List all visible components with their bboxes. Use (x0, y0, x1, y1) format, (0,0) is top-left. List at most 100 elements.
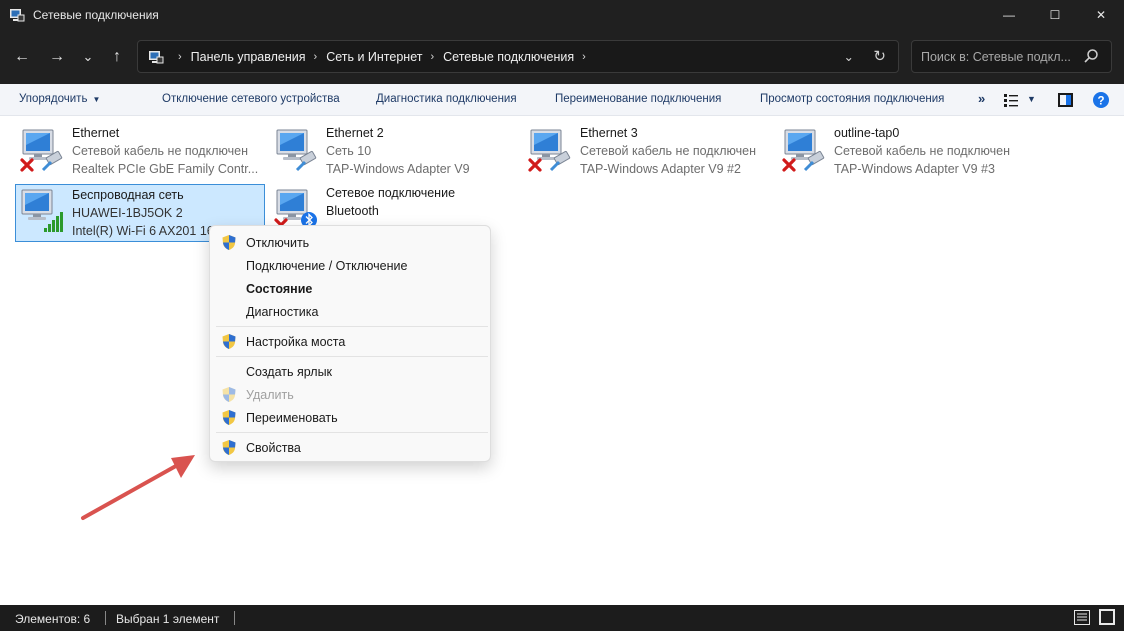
breadcrumb-separator-icon[interactable]: › (582, 51, 586, 63)
connection-status: Сетевой кабель не подключен (72, 144, 248, 158)
menu-item-create-shortcut[interactable]: Создать ярлык (210, 360, 490, 383)
connection-name: Ethernet 3 (580, 126, 638, 140)
refresh-icon[interactable]: ↻ (873, 47, 886, 65)
connection-status: HUAWEI-1BJ5OK 2 (72, 206, 183, 220)
diagnose-button[interactable]: Диагностика подключения (376, 93, 517, 105)
menu-item-bridge[interactable]: Настройка моста (210, 330, 490, 353)
back-button[interactable]: ← (10, 45, 34, 69)
breadcrumb-control-panel[interactable]: Панель управления (191, 50, 306, 64)
connection-status: Сетевой кабель не подключен (834, 144, 1010, 158)
organize-button[interactable]: Упорядочить ▼ (19, 93, 100, 105)
preview-pane-icon[interactable] (1058, 93, 1073, 107)
details-view-icon[interactable] (1074, 610, 1090, 625)
wifi-network-icon (21, 189, 63, 232)
minimize-button[interactable]: — (986, 0, 1032, 30)
menu-item-status[interactable]: Состояние (210, 277, 490, 300)
breadcrumb-network-internet[interactable]: Сеть и Интернет (326, 50, 422, 64)
change-view-icon[interactable] (1004, 93, 1018, 107)
menu-item-label: Создать ярлык (246, 364, 333, 379)
menu-item-disable[interactable]: Отключить (210, 231, 490, 254)
minimize-icon: — (1003, 8, 1015, 22)
menu-item-label: Диагностика (246, 304, 319, 319)
close-icon: ✕ (1095, 8, 1107, 22)
menu-item-label: Переименовать (246, 410, 338, 425)
wired-network-icon (20, 129, 64, 172)
organize-label: Упорядочить (19, 93, 88, 105)
view-status-button[interactable]: Просмотр состояния подключения (760, 93, 944, 105)
title-bar: Сетевые подключения — ☐ ✕ (0, 0, 1124, 30)
connection-status: Сеть 10 (326, 144, 372, 158)
network-connections-app-icon (10, 9, 25, 22)
uac-shield-icon (222, 235, 236, 250)
menu-item-label: Подключение / Отключение (246, 258, 408, 273)
maximize-icon: ☐ (1049, 8, 1061, 22)
connection-name: Сетевое подключение (326, 186, 456, 200)
close-button[interactable]: ✕ (1078, 0, 1124, 30)
annotation-arrow-icon (81, 455, 195, 520)
recent-locations-button[interactable]: ⌄ (76, 45, 100, 69)
chevron-down-icon: ⌄ (82, 49, 94, 64)
forward-button[interactable]: → (45, 45, 69, 69)
connection-adapter: TAP-Windows Adapter V9 #3 (834, 162, 995, 176)
breadcrumb-separator-icon: › (178, 50, 182, 63)
address-dropdown-icon[interactable]: ⌄ (844, 49, 854, 64)
wired-network-icon (276, 129, 318, 172)
up-arrow-icon: ↑ (113, 48, 121, 65)
connection-adapter: Intel(R) Wi-Fi 6 AX201 16 (72, 224, 214, 238)
connection-item-ethernet-2[interactable]: Ethernet 2 Сеть 10 TAP-Windows Adapter V… (270, 124, 520, 182)
connection-name: Ethernet (72, 126, 120, 140)
rename-button[interactable]: Переименование подключения (555, 93, 721, 105)
connection-name: outline-tap0 (834, 126, 900, 140)
help-icon[interactable]: ? (1093, 92, 1109, 108)
context-menu: Отключить Подключение / Отключение Состо… (209, 225, 491, 462)
menu-item-diagnose[interactable]: Диагностика (210, 300, 490, 323)
address-bar[interactable]: › Панель управления › Сеть и Интернет › … (137, 40, 899, 73)
view-options-caret-icon[interactable]: ▼ (1027, 94, 1036, 104)
command-bar: Упорядочить ▼ Отключение сетевого устройс… (0, 84, 1124, 116)
connection-status: Сетевой кабель не подключен (580, 144, 756, 158)
connection-name: Беспроводная сеть (72, 188, 184, 202)
uac-shield-icon (222, 410, 236, 425)
breadcrumb-separator-icon[interactable]: › (314, 51, 318, 63)
connection-item-outline-tap0[interactable]: outline-tap0 Сетевой кабель не подключен… (778, 124, 1028, 182)
search-placeholder: Поиск в: Сетевые подкл... (921, 49, 1071, 64)
search-icon (1084, 49, 1098, 63)
connection-item-ethernet[interactable]: Ethernet Сетевой кабель не подключен Rea… (16, 124, 266, 182)
forward-arrow-icon: → (49, 48, 65, 65)
menu-separator (216, 432, 488, 433)
maximize-button[interactable]: ☐ (1032, 0, 1078, 30)
menu-item-delete: Удалить (210, 383, 490, 406)
svg-text:?: ? (1097, 95, 1104, 107)
window-title: Сетевые подключения (33, 8, 159, 22)
status-separator (105, 611, 106, 625)
wired-network-icon (528, 129, 572, 172)
menu-item-properties[interactable]: Свойства (210, 436, 490, 459)
search-input[interactable]: Поиск в: Сетевые подкл... (911, 40, 1112, 73)
items-count: Элементов: 6 (15, 612, 91, 626)
connection-adapter: Realtek PCIe GbE Family Contr... (72, 162, 259, 176)
selection-count: Выбран 1 элемент (116, 612, 220, 626)
connection-item-ethernet-3[interactable]: Ethernet 3 Сетевой кабель не подключен T… (524, 124, 774, 182)
menu-item-connect-disconnect[interactable]: Подключение / Отключение (210, 254, 490, 277)
uac-shield-icon (222, 387, 236, 402)
connections-list: Ethernet Сетевой кабель не подключен Rea… (0, 116, 1124, 605)
connection-name: Ethernet 2 (326, 126, 384, 140)
more-commands-icon[interactable]: » (978, 91, 985, 106)
menu-item-label: Состояние (246, 281, 313, 296)
menu-item-label: Удалить (246, 387, 294, 402)
menu-item-label: Настройка моста (246, 334, 346, 349)
up-button[interactable]: ↑ (105, 45, 129, 69)
uac-shield-icon (222, 334, 236, 349)
large-icons-view-icon[interactable] (1099, 609, 1115, 625)
navigation-bar: ← → ⌄ ↑ › Панель управления › Сеть и Инт… (0, 30, 1124, 84)
menu-separator (216, 356, 488, 357)
menu-item-label: Отключить (246, 235, 310, 250)
back-arrow-icon: ← (14, 48, 30, 65)
menu-separator (216, 326, 488, 327)
status-bar: Элементов: 6 Выбран 1 элемент (0, 605, 1124, 631)
breadcrumb-network-connections[interactable]: Сетевые подключения (443, 50, 574, 64)
menu-item-rename[interactable]: Переименовать (210, 406, 490, 429)
status-separator (234, 611, 235, 625)
disable-device-button[interactable]: Отключение сетевого устройства (162, 93, 340, 105)
breadcrumb-separator-icon[interactable]: › (430, 51, 434, 63)
